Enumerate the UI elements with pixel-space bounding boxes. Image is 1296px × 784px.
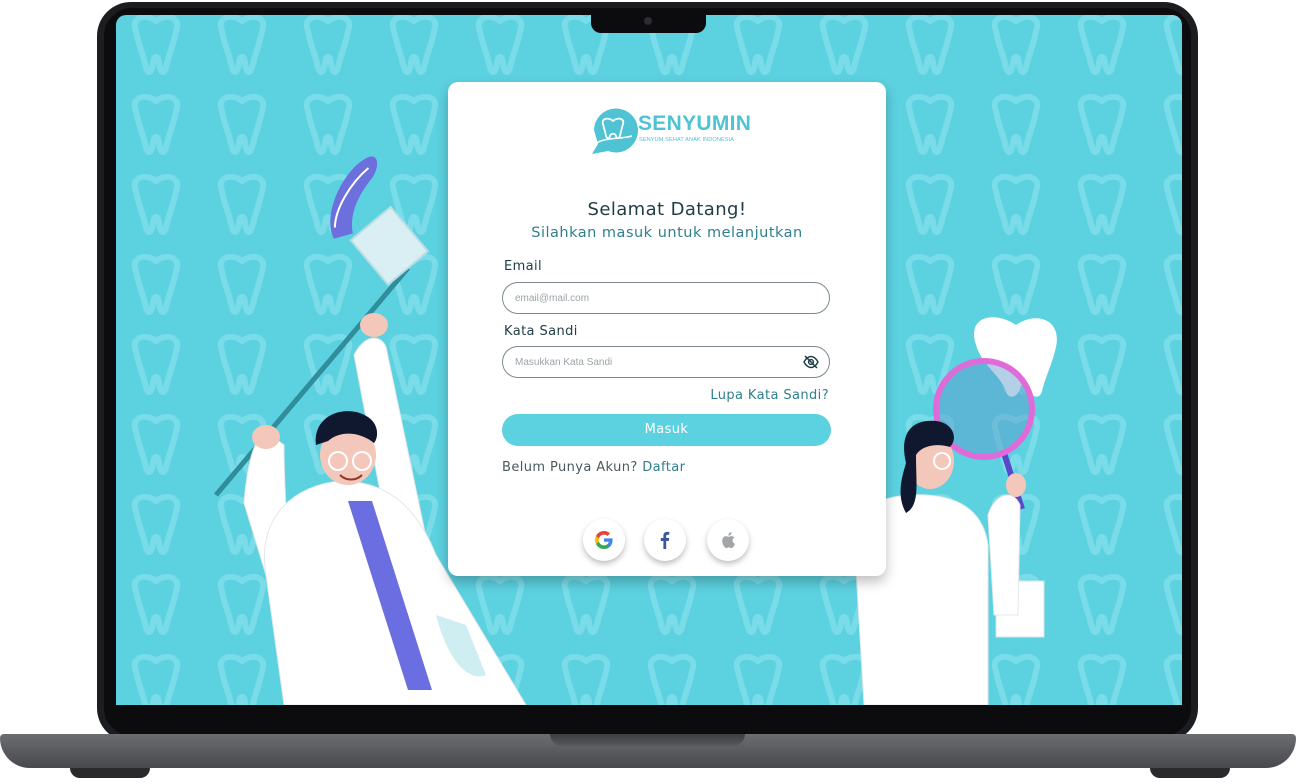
google-icon [595, 531, 613, 549]
login-button[interactable]: Masuk [502, 414, 831, 446]
camera-icon [644, 17, 652, 25]
email-input[interactable] [515, 283, 795, 313]
brand-name: SENYUMIN [638, 112, 752, 135]
laptop-base-notch [550, 734, 745, 746]
google-login-button[interactable] [583, 519, 625, 561]
facebook-icon [660, 531, 670, 549]
facebook-login-button[interactable] [644, 519, 686, 561]
email-label: Email [504, 259, 543, 274]
brand-tagline: SENYUM SEHAT ANAK INDONESIA [639, 137, 735, 143]
forgot-password-link[interactable]: Lupa Kata Sandi? [710, 388, 829, 403]
signup-prompt: Belum Punya Akun? [502, 460, 638, 475]
email-field-wrapper [502, 282, 830, 314]
password-field-wrapper [502, 346, 830, 378]
login-card: SENYUMIN SENYUM SEHAT ANAK INDONESIA Sel… [448, 82, 886, 576]
apple-icon [722, 532, 735, 549]
brand-logo: SENYUMIN SENYUM SEHAT ANAK INDONESIA [588, 106, 752, 162]
screen: SENYUMIN SENYUM SEHAT ANAK INDONESIA Sel… [116, 15, 1182, 705]
apple-login-button[interactable] [707, 519, 749, 561]
welcome-subtitle: Silahkan masuk untuk melanjutkan [531, 225, 803, 241]
password-label: Kata Sandi [504, 324, 578, 339]
eye-off-icon[interactable] [803, 355, 819, 369]
tooth-logo-icon [591, 108, 638, 154]
welcome-title: Selamat Datang! [587, 199, 747, 220]
signup-row: Belum Punya Akun? Daftar [502, 460, 685, 475]
password-input[interactable] [515, 347, 795, 377]
laptop-foot-right [1150, 768, 1230, 778]
laptop-foot-left [70, 768, 150, 778]
signup-link[interactable]: Daftar [642, 460, 685, 475]
